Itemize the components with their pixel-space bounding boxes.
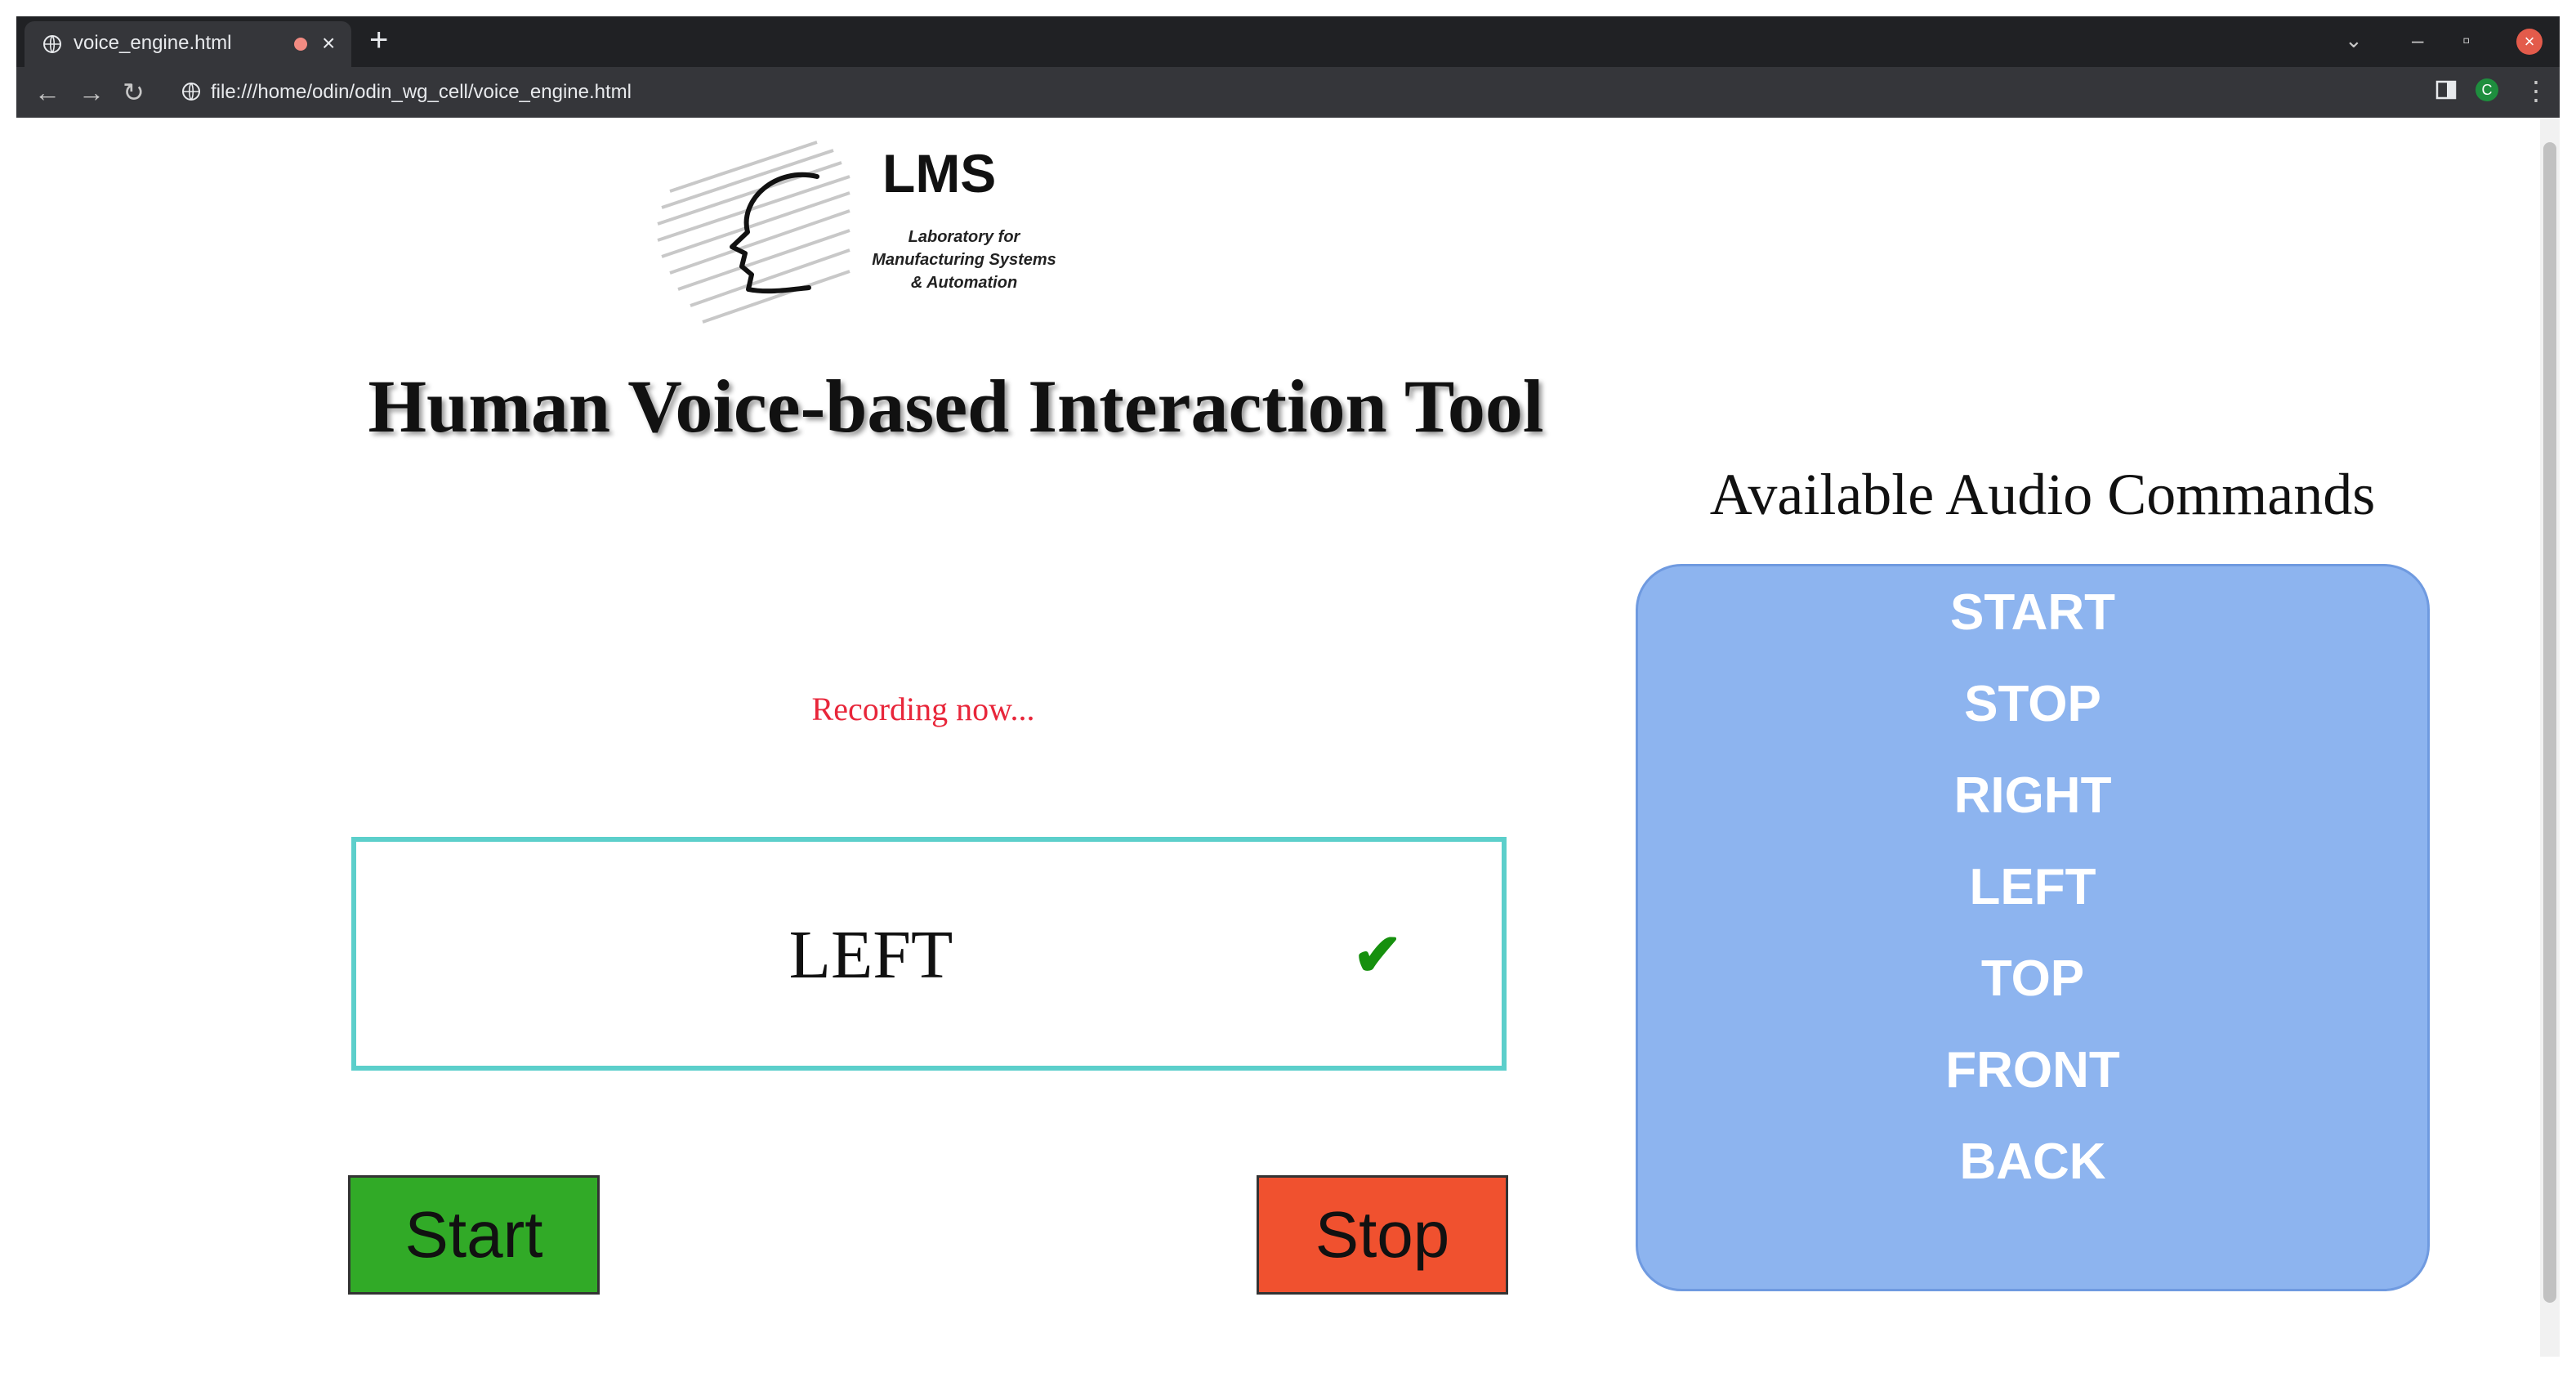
command-item-back: BACK (1959, 1134, 2106, 1190)
logo-subtitle-line: Manufacturing Systems (872, 251, 1056, 269)
tab-voice-engine[interactable]: voice_engine.html × (25, 21, 351, 67)
address-bar[interactable]: file:///home/odin/odin_wg_cell/voice_eng… (172, 74, 2402, 111)
globe-icon (182, 83, 200, 101)
logo-name: LMS (882, 143, 997, 203)
command-item-right: RIGHT (1953, 767, 2112, 824)
menu-dots-icon[interactable]: ⋮ (2523, 75, 2549, 106)
maximize-button[interactable]: ▫ (2462, 26, 2470, 54)
url-text: file:///home/odin/odin_wg_cell/voice_eng… (211, 81, 632, 103)
scrollbar[interactable] (2540, 118, 2560, 1357)
recognized-command-box: LEFT ✔ (351, 837, 1507, 1071)
new-tab-button[interactable]: + (369, 24, 388, 56)
command-item-front: FRONT (1945, 1042, 2120, 1098)
scrollbar-thumb[interactable] (2543, 142, 2556, 1303)
reload-icon[interactable]: ↻ (123, 77, 145, 108)
logo-subtitle-line: Laboratory for (908, 228, 1020, 246)
browser-toolbar: ← → ↻ file:///home/odin/odin_wg_cell/voi… (16, 67, 2560, 118)
profile-avatar-icon[interactable]: C (2476, 78, 2498, 101)
command-item-start: START (1949, 584, 2116, 641)
recording-status: Recording now... (811, 691, 1035, 727)
logo-subtitle: Laboratory for Manufacturing Systems & A… (833, 226, 1095, 294)
command-item-stop: STOP (1964, 676, 2101, 732)
commands-title: Available Audio Commands (1709, 462, 2376, 527)
tab-title: voice_engine.html (74, 32, 232, 54)
globe-icon (43, 35, 61, 53)
recognized-command-text: LEFT (788, 917, 953, 993)
commands-panel: START STOP RIGHT LEFT TOP FRONT BACK (1636, 564, 2430, 1291)
tab-bar: voice_engine.html × + ⌄ – ▫ × (16, 16, 2560, 67)
command-item-left: LEFT (1969, 859, 2096, 915)
page-title: Human Voice-based Interaction Tool (368, 365, 1544, 448)
checkmark-icon: ✔ (1353, 923, 1403, 988)
tab-close-icon[interactable]: × (322, 29, 335, 57)
logo-subtitle-line: & Automation (910, 274, 1018, 292)
stop-button[interactable]: Stop (1257, 1175, 1508, 1295)
command-item-top: TOP (1980, 950, 2085, 1007)
side-panel-icon[interactable] (2435, 78, 2458, 101)
recording-indicator-icon (294, 38, 307, 51)
forward-arrow-icon[interactable]: → (78, 77, 105, 108)
tab-search-chevron-icon[interactable]: ⌄ (2345, 26, 2363, 54)
back-arrow-icon[interactable]: ← (34, 77, 60, 108)
window-close-button[interactable]: × (2516, 29, 2543, 55)
minimize-button[interactable]: – (2412, 26, 2423, 54)
start-button[interactable]: Start (348, 1175, 600, 1295)
browser-window: voice_engine.html × + ⌄ – ▫ × ← → ↻ file… (16, 16, 2560, 1357)
page-viewport: LMS Laboratory for Manufacturing Systems… (16, 118, 2560, 1357)
